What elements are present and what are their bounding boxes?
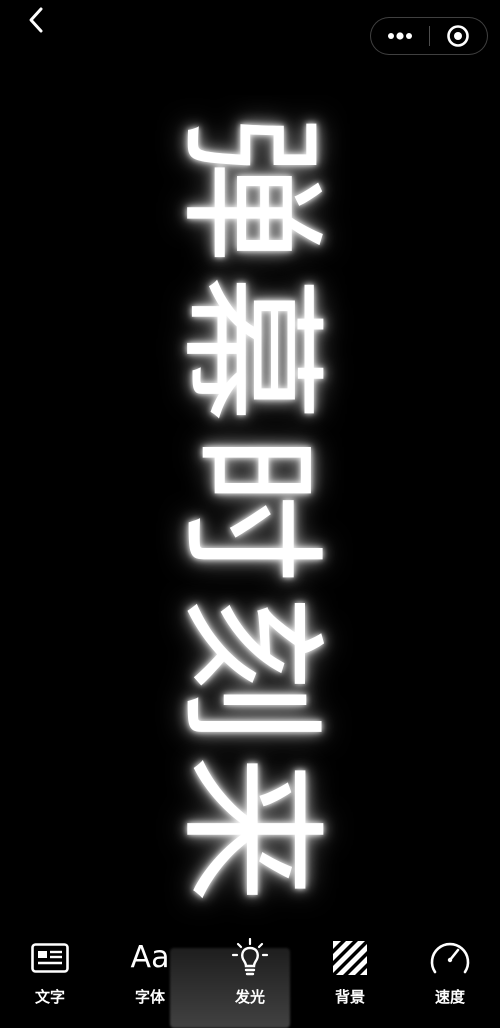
tool-font-button[interactable]: Aa 字体 [105,936,195,1005]
font-aa-icon: Aa [128,936,172,980]
tool-font-label: 字体 [134,988,165,1006]
more-button[interactable] [371,18,429,54]
lightbulb-icon [228,936,272,980]
stripes-pattern-icon [328,936,372,980]
tool-text-label: 文字 [34,988,65,1006]
text-card-icon [28,936,72,980]
danmaku-stage[interactable]: 弹幕时刻来 [0,95,500,935]
tool-speed-label: 速度 [434,988,465,1006]
back-button[interactable] [18,2,54,38]
danmaku-scrolling-text: 弹幕时刻来 [164,115,336,915]
more-dots-icon [387,32,412,40]
tool-background-button[interactable]: 背景 [305,936,395,1005]
bottom-toolbar: 文字 Aa 字体 发光 背景 速度 [0,928,500,1028]
mini-program-capsule [370,17,488,55]
tool-background-label: 背景 [334,988,365,1006]
tool-text-button[interactable]: 文字 [5,936,95,1005]
tool-glow-button[interactable]: 发光 [205,936,295,1005]
speedometer-icon [428,936,472,980]
close-miniprogram-button[interactable] [430,18,488,54]
tool-speed-button[interactable]: 速度 [405,936,495,1005]
tool-glow-label: 发光 [234,988,265,1006]
chevron-left-icon [29,7,43,33]
danmaku-screen: 弹幕时刻来 文字 Aa 字体 发光 背景 速度 [0,0,500,1028]
target-circle-icon [447,25,470,47]
font-aa-glyph: Aa [130,940,170,975]
